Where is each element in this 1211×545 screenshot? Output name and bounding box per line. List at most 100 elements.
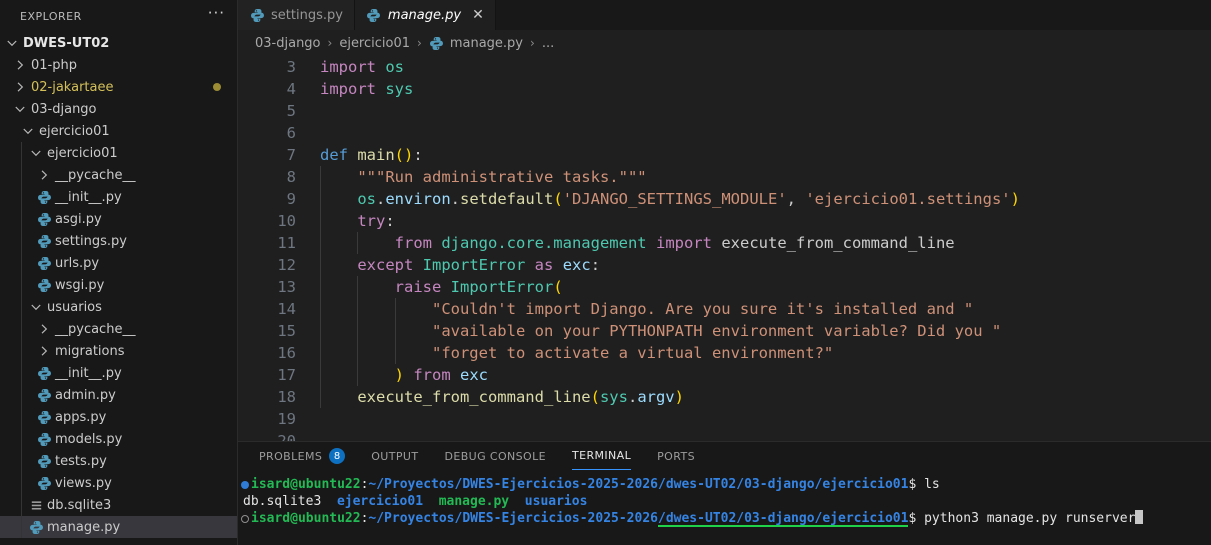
tree-item-settings.py[interactable]: settings.py: [0, 230, 237, 252]
line-number[interactable]: 13: [238, 276, 296, 298]
line-number[interactable]: 3: [238, 56, 296, 78]
code-line-16[interactable]: 16 "forget to activate a virtual environ…: [238, 342, 1211, 364]
tree-item-usuarios[interactable]: usuarios: [0, 296, 237, 318]
breadcrumb-item-ejercicio01[interactable]: ejercicio01: [339, 36, 410, 51]
code-line-14[interactable]: 14 "Couldn't import Django. Are you sure…: [238, 298, 1211, 320]
code-line-6[interactable]: 6: [238, 122, 1211, 144]
code-token: [320, 300, 432, 318]
tree-item-03-django[interactable]: 03-django: [0, 98, 237, 120]
line-number[interactable]: 15: [238, 320, 296, 342]
code-line-8[interactable]: 8 """Run administrative tasks.""": [238, 166, 1211, 188]
tree-item-label: __init__.py: [55, 190, 122, 205]
line-number[interactable]: 5: [238, 100, 296, 122]
line-number[interactable]: 18: [238, 386, 296, 408]
code-token: [451, 366, 460, 384]
panel-tab-debug-console[interactable]: DEBUG CONSOLE: [444, 442, 546, 470]
line-number[interactable]: 6: [238, 122, 296, 144]
tree-item-ejercicio01[interactable]: ejercicio01: [0, 142, 237, 164]
line-number[interactable]: 14: [238, 298, 296, 320]
tree-item-urls.py[interactable]: urls.py: [0, 252, 237, 274]
line-number[interactable]: 7: [238, 144, 296, 166]
tree-item-root[interactable]: DWES-UT02: [0, 32, 237, 54]
tree-item-label: settings.py: [55, 234, 127, 249]
panel-tab-problems[interactable]: PROBLEMS8: [259, 442, 345, 470]
file-tree: DWES-UT0201-php02-jakartaee03-djangoejer…: [0, 32, 237, 538]
indent-guide: [357, 298, 358, 320]
tree-item-views.py[interactable]: views.py: [0, 472, 237, 494]
code-editor[interactable]: 3import os4 import sys 567def main():8 """…: [238, 56, 1211, 441]
code-text: import sys: [320, 78, 413, 100]
panel-tab-terminal[interactable]: TERMINAL: [572, 442, 631, 470]
python-icon: [37, 212, 52, 227]
python-icon: [366, 8, 381, 23]
tree-item-init.py[interactable]: __init__.py: [0, 186, 237, 208]
tree-item-asgi.py[interactable]: asgi.py: [0, 208, 237, 230]
tree-item-init.py[interactable]: __init__.py: [0, 362, 237, 384]
line-number[interactable]: 10: [238, 210, 296, 232]
indent-guide: [320, 364, 321, 386]
problems-badge: 8: [329, 448, 345, 464]
line-number[interactable]: 12: [238, 254, 296, 276]
editor-tab-bar: settings.py manage.py ✕: [238, 0, 1211, 30]
breadcrumb-item-...[interactable]: ...: [542, 36, 554, 51]
explorer-more-actions-icon[interactable]: ···: [208, 4, 225, 22]
tree-item-pycache[interactable]: __pycache__: [0, 164, 237, 186]
line-number[interactable]: 20: [238, 430, 296, 441]
tree-item-apps.py[interactable]: apps.py: [0, 406, 237, 428]
code-token: .: [628, 388, 637, 406]
panel-tab-ports[interactable]: PORTS: [657, 442, 695, 470]
tree-item-manage.py[interactable]: manage.py: [0, 516, 237, 538]
terminal-text: ~/Proyectos/DWES-Ejercicios-2025-2026: [368, 511, 658, 526]
tab-close-icon[interactable]: ✕: [472, 8, 484, 22]
line-number[interactable]: 19: [238, 408, 296, 430]
terminal-text: python3 manage.py runserver: [924, 511, 1135, 526]
code-token: [647, 234, 656, 252]
breadcrumb-item-manage.py[interactable]: manage.py: [429, 35, 523, 51]
tab-settings.py[interactable]: settings.py: [238, 0, 355, 30]
tree-item-migrations[interactable]: migrations: [0, 340, 237, 362]
code-line-9[interactable]: 9 os.environ.setdefault('DJANGO_SETTINGS…: [238, 188, 1211, 210]
code-line-19[interactable]: 19: [238, 408, 1211, 430]
tree-item-label: wsgi.py: [55, 278, 104, 293]
indent-guide: [357, 276, 358, 298]
code-token: :: [413, 146, 422, 164]
code-line-5[interactable]: 5: [238, 100, 1211, 122]
code-token: [404, 366, 413, 384]
line-number[interactable]: 16: [238, 342, 296, 364]
breadcrumb-item-03-django[interactable]: 03-django: [255, 36, 321, 51]
terminal-path-link[interactable]: /dwes-UT02/03-django/ejercicio01: [658, 511, 908, 527]
code-line-18[interactable]: 18 execute_from_command_line(sys.argv): [238, 386, 1211, 408]
line-number[interactable]: 4: [238, 78, 296, 100]
tree-item-tests.py[interactable]: tests.py: [0, 450, 237, 472]
code-token: os: [385, 58, 404, 76]
code-token: [441, 278, 450, 296]
code-line-20[interactable]: 20: [238, 430, 1211, 441]
code-line-15[interactable]: 15 "available on your PYTHONPATH environ…: [238, 320, 1211, 342]
code-line-17[interactable]: 17 ) from exc: [238, 364, 1211, 386]
terminal[interactable]: isard@ubuntu22:~/Proyectos/DWES-Ejercici…: [238, 470, 1211, 527]
tree-item-db.sqlite3[interactable]: db.sqlite3: [0, 494, 237, 516]
line-number[interactable]: 9: [238, 188, 296, 210]
line-number[interactable]: 11: [238, 232, 296, 254]
code-line-10[interactable]: 10 try:: [238, 210, 1211, 232]
tab-manage.py[interactable]: manage.py ✕: [355, 0, 496, 30]
tree-item-ejercicio01[interactable]: ejercicio01: [0, 120, 237, 142]
code-line-11[interactable]: 11 from django.core.management import ex…: [238, 232, 1211, 254]
line-number[interactable]: 17: [238, 364, 296, 386]
tab-label: manage.py: [388, 8, 461, 23]
tree-item-admin.py[interactable]: admin.py: [0, 384, 237, 406]
terminal-text: ls: [924, 477, 940, 492]
line-number[interactable]: 8: [238, 166, 296, 188]
code-line-7[interactable]: 7def main():: [238, 144, 1211, 166]
code-line-3[interactable]: 3import os: [238, 56, 1211, 78]
panel-tab-output[interactable]: OUTPUT: [371, 442, 418, 470]
code-token: [320, 344, 432, 362]
code-line-13[interactable]: 13 raise ImportError(: [238, 276, 1211, 298]
code-line-4[interactable]: 4 import sys: [238, 78, 1211, 100]
tree-item-pycache[interactable]: __pycache__: [0, 318, 237, 340]
tree-item-02-jakartaee[interactable]: 02-jakartaee: [0, 76, 237, 98]
tree-item-01-php[interactable]: 01-php: [0, 54, 237, 76]
code-line-12[interactable]: 12 except ImportError as exc:: [238, 254, 1211, 276]
tree-item-wsgi.py[interactable]: wsgi.py: [0, 274, 237, 296]
tree-item-models.py[interactable]: models.py: [0, 428, 237, 450]
